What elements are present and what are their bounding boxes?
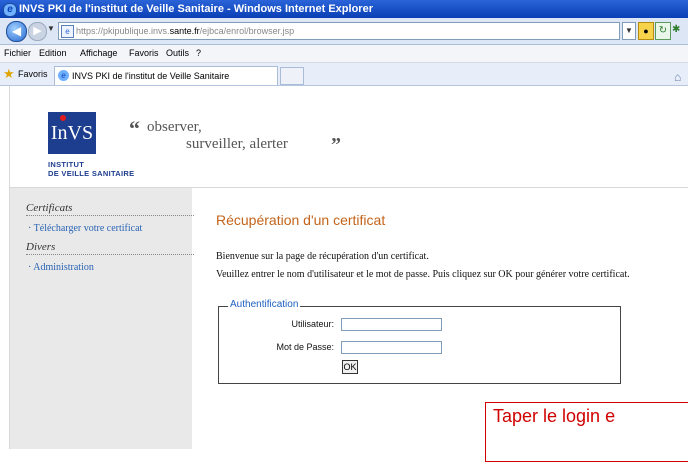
favorites-label[interactable]: Favoris [18,63,48,85]
web-page: InVS INSTITUT DE VEILLE SANITAIRE “ obse… [0,86,688,462]
menu-affichage[interactable]: Affichage [80,45,117,62]
back-arrow-icon[interactable]: ◀ [6,21,27,42]
sidebar-link-download[interactable]: · Télécharger votre certificat [28,223,142,235]
stop-icon[interactable]: ✱ [672,22,688,38]
sidebar-heading-certificats: Certificats [26,202,194,216]
password-label: Mot de Passe: [276,342,334,352]
intro-text-1: Bienvenue sur la page de récupération d'… [216,251,429,262]
ok-button[interactable]: OK [342,360,358,374]
menu-outils[interactable]: Outils [166,45,189,62]
menu-fichier[interactable]: Fichier [4,45,31,62]
sidebar: Certificats · Télécharger votre certific… [10,188,194,449]
logo-institute-name: INSTITUT DE VEILLE SANITAIRE [48,160,134,178]
lock-icon[interactable]: ● [638,22,654,40]
intro-text-2: Veuillez entrer le nom d'utilisateur et … [216,269,630,280]
motto-line1: observer, [147,119,202,135]
window-title-bar: e INVS PKI de l'institut de Veille Sanit… [0,0,688,18]
browser-tab-active[interactable]: e INVS PKI de l'institut de Veille Sanit… [54,66,278,85]
username-label: Utilisateur: [291,319,334,329]
url-text: https://pkipublique.invs.sante.fr/ejbca/… [76,26,295,36]
forward-arrow-icon[interactable]: ▶ [28,22,47,41]
page-title: Récupération d'un certificat [216,212,386,228]
sidebar-heading-divers: Divers [26,241,194,255]
invs-logo: InVS [48,112,96,154]
home-icon[interactable]: ⌂ [674,66,688,84]
window-title: INVS PKI de l'institut de Veille Sanitai… [19,3,373,15]
browser-tab-label: INVS PKI de l'institut de Veille Sanitai… [72,71,230,81]
logo-dot-icon [60,115,66,121]
favorites-star-icon[interactable]: ★ [3,63,15,85]
motto-line2: surveiller, alerter [186,136,288,152]
authentication-fieldset: Authentification Utilisateur: Mot de Pas… [218,299,621,384]
tab-ie-icon: e [58,70,69,81]
sidebar-link-administration[interactable]: · Administration [28,262,94,274]
logo-line1: INSTITUT [48,160,85,169]
new-tab-button[interactable] [280,67,304,85]
menu-edition[interactable]: Edition [39,45,67,62]
history-dropdown-icon[interactable]: ▼ [47,24,55,33]
url-dropdown-icon[interactable]: ▼ [622,22,636,40]
authentication-legend: Authentification [228,299,301,310]
page-icon: e [61,25,74,38]
quote-open-icon: “ [129,116,140,141]
refresh-icon[interactable]: ↻ [655,22,671,40]
logo-text: InVS [50,122,94,144]
logo-line2: DE VEILLE SANITAIRE [48,169,135,178]
address-bar: ◀ ▶ ▼ e https://pkipublique.invs.sante.f… [0,18,688,45]
username-input[interactable] [341,318,442,331]
quote-close-icon: ” [331,134,341,156]
menu-bar: Fichier Edition Affichage Favoris Outils… [0,45,688,63]
instruction-callout: Taper le login e [485,402,688,462]
menu-help[interactable]: ? [196,45,201,62]
menu-favoris[interactable]: Favoris [129,45,159,62]
url-input[interactable]: e https://pkipublique.invs.sante.fr/ejbc… [58,22,620,40]
internet-explorer-icon: e [3,3,17,17]
password-input[interactable] [341,341,442,354]
favorites-bar: ★ Favoris e INVS PKI de l'institut de Ve… [0,63,688,86]
